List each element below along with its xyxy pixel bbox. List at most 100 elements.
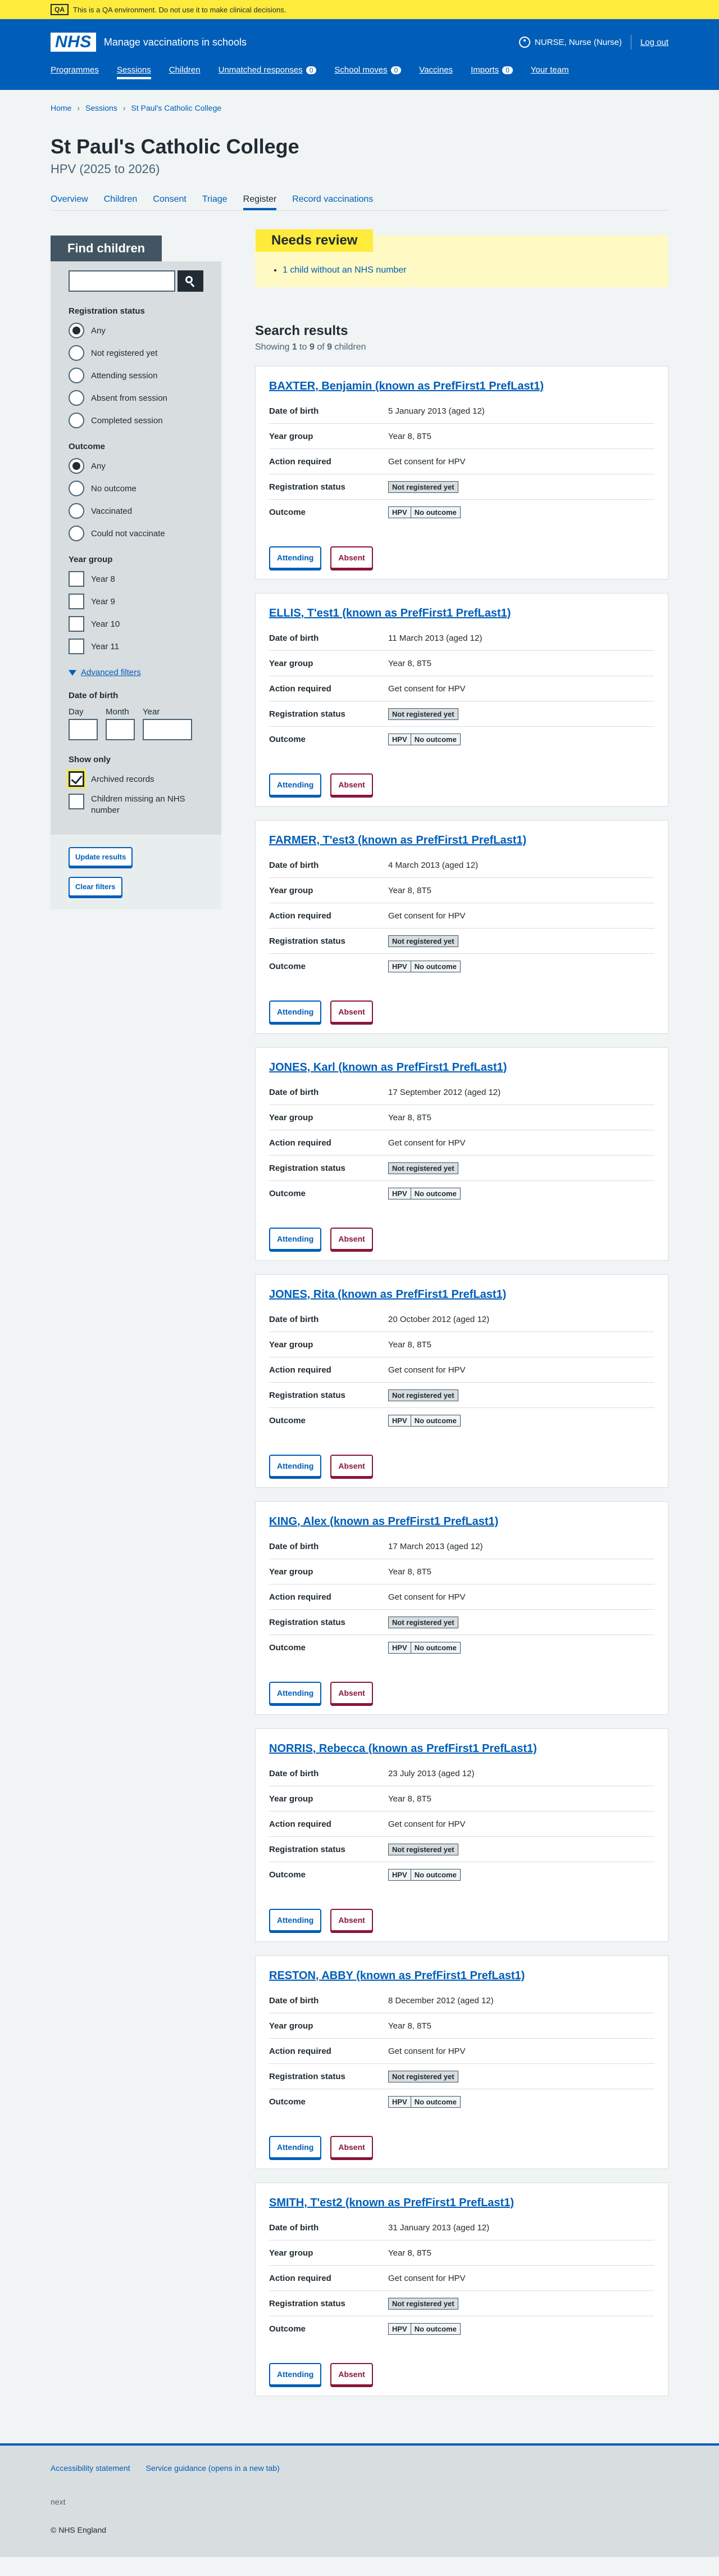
patient-name-link[interactable]: JONES, Karl (known as PrefFirst1 PrefLas… bbox=[269, 1061, 654, 1074]
checkbox-archived-records[interactable]: Archived records bbox=[69, 771, 203, 787]
dob-month-input[interactable] bbox=[106, 719, 135, 740]
action-required-row: Action required Get consent for HPV bbox=[269, 2039, 654, 2064]
radio-button[interactable] bbox=[69, 345, 84, 361]
patient-card: FARMER, T'est3 (known as PrefFirst1 Pref… bbox=[255, 820, 668, 1034]
radio-outcome-could-not[interactable]: Could not vaccinate bbox=[69, 526, 203, 541]
checkbox[interactable] bbox=[69, 639, 84, 654]
needs-review-link[interactable]: 1 child without an NHS number bbox=[283, 265, 407, 275]
nav-programmes[interactable]: Programmes bbox=[51, 65, 99, 79]
radio-registration-absent[interactable]: Absent from session bbox=[69, 390, 203, 406]
radio-button[interactable] bbox=[69, 413, 84, 428]
attending-button[interactable]: Attending bbox=[269, 1909, 322, 1931]
nav-vaccines[interactable]: Vaccines bbox=[419, 65, 453, 79]
radio-button[interactable] bbox=[69, 458, 84, 474]
radio-button[interactable] bbox=[69, 390, 84, 406]
checkbox[interactable] bbox=[69, 616, 84, 632]
attending-button[interactable]: Attending bbox=[269, 546, 322, 569]
radio-outcome-none[interactable]: No outcome bbox=[69, 481, 203, 496]
nav-children[interactable]: Children bbox=[169, 65, 201, 79]
checkbox-year-10[interactable]: Year 10 bbox=[69, 616, 203, 632]
patient-name-link[interactable]: SMITH, T'est2 (known as PrefFirst1 PrefL… bbox=[269, 2197, 654, 2210]
checkbox-year-9[interactable]: Year 9 bbox=[69, 594, 203, 609]
checkbox[interactable] bbox=[69, 571, 84, 587]
checkbox[interactable] bbox=[69, 771, 84, 787]
absent-button[interactable]: Absent bbox=[330, 546, 373, 569]
absent-button[interactable]: Absent bbox=[330, 1455, 373, 1477]
patient-name-link[interactable]: KING, Alex (known as PrefFirst1 PrefLast… bbox=[269, 1515, 654, 1528]
nav-unmatched-responses[interactable]: Unmatched responses 0 bbox=[219, 65, 317, 79]
update-results-button[interactable]: Update results bbox=[69, 846, 133, 867]
nav-sessions[interactable]: Sessions bbox=[116, 65, 151, 79]
radio-button[interactable] bbox=[69, 526, 84, 541]
registration-status-tag: Not registered yet bbox=[388, 935, 458, 947]
breadcrumb-sessions[interactable]: Sessions bbox=[85, 103, 117, 112]
patient-name-link[interactable]: FARMER, T'est3 (known as PrefFirst1 Pref… bbox=[269, 834, 654, 847]
checkbox-year-8[interactable]: Year 8 bbox=[69, 571, 203, 587]
outcome-label: Outcome bbox=[69, 442, 106, 451]
radio-button[interactable] bbox=[69, 323, 84, 338]
year-group-value: Year 8, 8T5 bbox=[388, 2021, 431, 2031]
radio-outcome-any[interactable]: Any bbox=[69, 458, 203, 474]
outcome-tags: HPV No outcome bbox=[388, 1869, 461, 1881]
attending-button[interactable]: Attending bbox=[269, 1000, 322, 1023]
attending-button[interactable]: Attending bbox=[269, 2363, 322, 2385]
dob-year-input[interactable] bbox=[143, 719, 192, 740]
absent-button[interactable]: Absent bbox=[330, 2136, 373, 2158]
patient-name-link[interactable]: JONES, Rita (known as PrefFirst1 PrefLas… bbox=[269, 1288, 654, 1301]
nav-label: Vaccines bbox=[419, 65, 453, 75]
checkbox-missing-nhs-number[interactable]: Children missing an NHS number bbox=[69, 794, 203, 828]
accessibility-statement-link[interactable]: Accessibility statement bbox=[51, 2464, 130, 2473]
radio-button[interactable] bbox=[69, 368, 84, 383]
clear-filters-button[interactable]: Clear filters bbox=[69, 876, 122, 897]
attending-button[interactable]: Attending bbox=[269, 1455, 322, 1477]
radio-registration-any[interactable]: Any bbox=[69, 323, 203, 338]
tab-register[interactable]: Register bbox=[243, 194, 277, 210]
search-button[interactable] bbox=[178, 270, 203, 292]
action-required-value: Get consent for HPV bbox=[388, 1592, 466, 1602]
service-guidance-link[interactable]: Service guidance (opens in a new tab) bbox=[146, 2464, 280, 2473]
absent-button[interactable]: Absent bbox=[330, 1909, 373, 1931]
service-name[interactable]: Manage vaccinations in schools bbox=[104, 37, 247, 48]
radio-button[interactable] bbox=[69, 481, 84, 496]
checkbox-year-11[interactable]: Year 11 bbox=[69, 639, 203, 654]
brand[interactable]: NHS Manage vaccinations in schools bbox=[51, 33, 247, 52]
action-required-value: Get consent for HPV bbox=[388, 1365, 466, 1375]
dob-day-input[interactable] bbox=[69, 719, 98, 740]
advanced-filters-toggle[interactable]: Advanced filters bbox=[51, 668, 221, 691]
radio-outcome-vaccinated[interactable]: Vaccinated bbox=[69, 503, 203, 519]
tab-record-vaccinations[interactable]: Record vaccinations bbox=[292, 194, 373, 210]
nav-imports[interactable]: Imports 0 bbox=[471, 65, 513, 79]
search-input[interactable] bbox=[69, 270, 175, 292]
attending-button[interactable]: Attending bbox=[269, 1228, 322, 1250]
attending-button[interactable]: Attending bbox=[269, 1682, 322, 1704]
registration-status-row: Registration status Not registered yet bbox=[269, 1156, 654, 1181]
tab-consent[interactable]: Consent bbox=[153, 194, 186, 210]
breadcrumb-session[interactable]: St Paul's Catholic College bbox=[131, 103, 222, 112]
nav-your-team[interactable]: Your team bbox=[531, 65, 569, 79]
checkbox[interactable] bbox=[69, 594, 84, 609]
breadcrumb-home[interactable]: Home bbox=[51, 103, 71, 112]
patient-name-link[interactable]: RESTON, ABBY (known as PrefFirst1 PrefLa… bbox=[269, 1970, 654, 1982]
radio-registration-not-registered[interactable]: Not registered yet bbox=[69, 345, 203, 361]
absent-button[interactable]: Absent bbox=[330, 1228, 373, 1250]
outcome-status-tag: No outcome bbox=[411, 2323, 461, 2335]
tab-children[interactable]: Children bbox=[104, 194, 138, 210]
radio-registration-completed[interactable]: Completed session bbox=[69, 413, 203, 428]
tab-triage[interactable]: Triage bbox=[202, 194, 227, 210]
attending-button[interactable]: Attending bbox=[269, 2136, 322, 2158]
patient-name-link[interactable]: NORRIS, Rebecca (known as PrefFirst1 Pre… bbox=[269, 1742, 654, 1755]
radio-button[interactable] bbox=[69, 503, 84, 519]
nhs-logo[interactable]: NHS bbox=[51, 33, 96, 52]
checkbox[interactable] bbox=[69, 794, 84, 809]
logout-link[interactable]: Log out bbox=[640, 38, 668, 47]
absent-button[interactable]: Absent bbox=[330, 1682, 373, 1704]
attending-button[interactable]: Attending bbox=[269, 773, 322, 796]
absent-button[interactable]: Absent bbox=[330, 2363, 373, 2385]
radio-registration-attending[interactable]: Attending session bbox=[69, 368, 203, 383]
patient-name-link[interactable]: ELLIS, T'est1 (known as PrefFirst1 PrefL… bbox=[269, 607, 654, 620]
nav-school-moves[interactable]: School moves 0 bbox=[334, 65, 402, 79]
absent-button[interactable]: Absent bbox=[330, 1000, 373, 1023]
patient-name-link[interactable]: BAXTER, Benjamin (known as PrefFirst1 Pr… bbox=[269, 380, 654, 393]
tab-overview[interactable]: Overview bbox=[51, 194, 88, 210]
absent-button[interactable]: Absent bbox=[330, 773, 373, 796]
